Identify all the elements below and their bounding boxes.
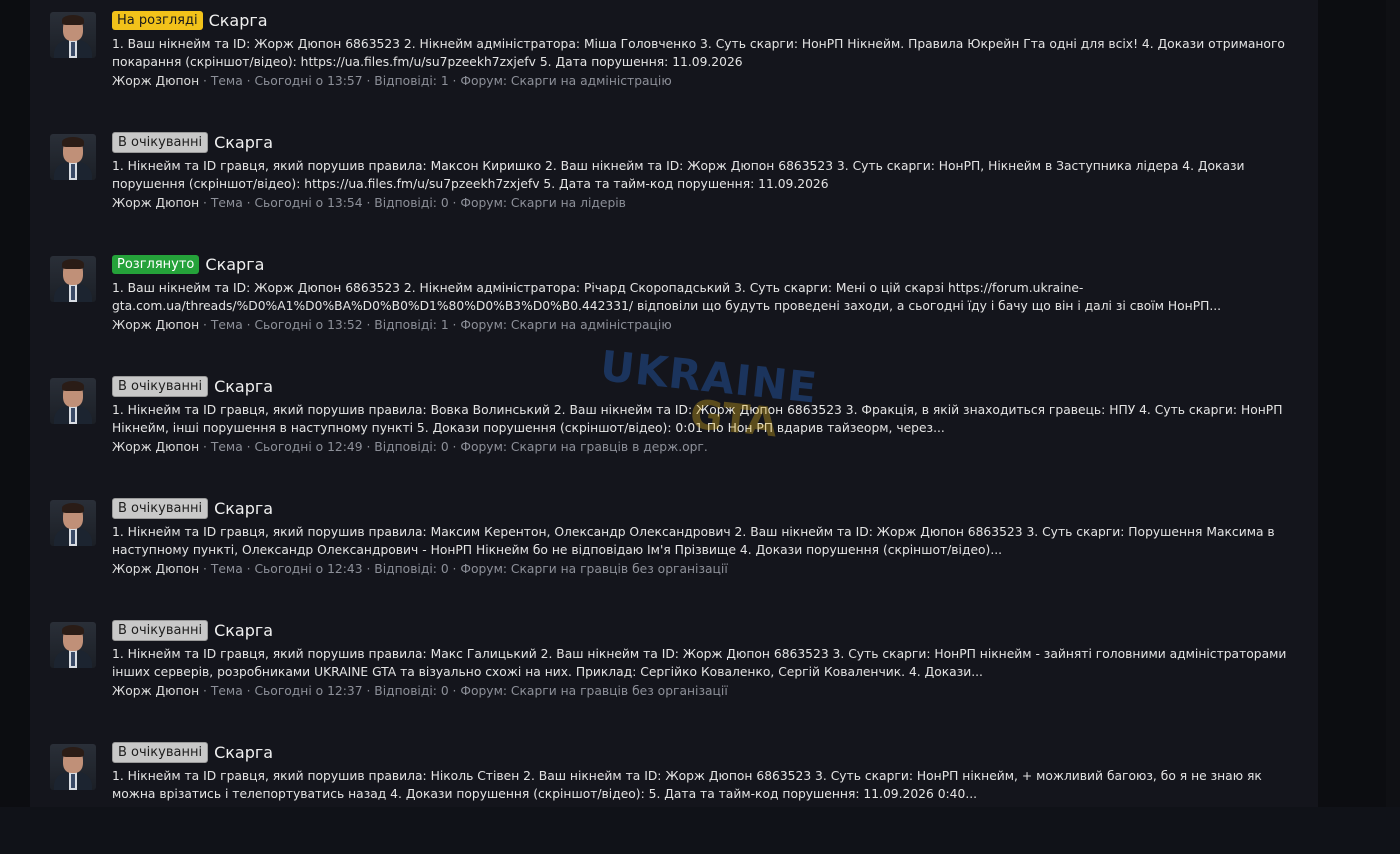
thread-snippet: 1. Нікнейм та ID гравця, який порушив пр… — [112, 403, 1283, 435]
thread-title-link[interactable]: Скарга — [209, 11, 268, 30]
thread-result-5: В очікуванні Скарга 1. Нікнейм та ID гра… — [38, 488, 1318, 610]
thread-title-line: В очікуванні Скарга — [112, 131, 273, 153]
meta-details: · Тема · Сьогодні о 12:43 · Відповіді: 0… — [199, 562, 728, 576]
thread-title-link[interactable]: Скарга — [205, 255, 264, 274]
avatar[interactable] — [50, 500, 96, 546]
thread-title-line: В очікуванні Скарга — [112, 375, 273, 397]
thread-title-link[interactable]: Скарга — [214, 743, 273, 762]
thread-title-link[interactable]: Скарга — [214, 621, 273, 640]
avatar[interactable] — [50, 378, 96, 424]
thread-result-3: Розглянуто Скарга 1. Ваш нікнейм та ID: … — [38, 244, 1318, 366]
avatar[interactable] — [50, 744, 96, 790]
author-link[interactable]: Жорж Дюпон — [112, 318, 199, 332]
thread-result-2: В очікуванні Скарга 1. Нікнейм та ID гра… — [38, 122, 1318, 244]
thread-title-line: В очікуванні Скарга — [112, 619, 273, 641]
status-badge[interactable]: В очікуванні — [112, 741, 209, 763]
thread-snippet: 1. Нікнейм та ID гравця, який порушив пр… — [112, 647, 1287, 679]
author-link[interactable]: Жорж Дюпон — [112, 196, 199, 210]
status-badge[interactable]: В очікуванні — [112, 131, 209, 153]
status-badge[interactable]: В очікуванні — [112, 497, 209, 519]
thread-snippet: 1. Нікнейм та ID гравця, який порушив пр… — [112, 769, 1262, 801]
status-badge[interactable]: На розгляді — [112, 10, 203, 30]
thread-title-link[interactable]: Скарга — [214, 499, 273, 518]
thread-title-line: В очікуванні Скарга — [112, 497, 273, 519]
meta-details: · Тема · Сьогодні о 12:37 · Відповіді: 0… — [199, 684, 728, 698]
status-badge[interactable]: В очікуванні — [112, 375, 209, 397]
thread-result-7: В очікуванні Скарга 1. Нікнейм та ID гра… — [38, 732, 1318, 854]
thread-meta: Жорж Дюпон · Тема · Сьогодні о 12:37 · В… — [112, 684, 728, 698]
meta-details: · Тема · Сьогодні о 13:52 · Відповіді: 1… — [199, 318, 672, 332]
thread-title-line: Розглянуто Скарга — [112, 253, 264, 275]
author-link[interactable]: Жорж Дюпон — [112, 440, 199, 454]
avatar[interactable] — [50, 256, 96, 302]
status-badge[interactable]: В очікуванні — [112, 619, 209, 641]
thread-meta: Жорж Дюпон · Тема · Сьогодні о 13:54 · В… — [112, 196, 626, 210]
thread-meta: Жорж Дюпон · Тема · Сьогодні о 12:43 · В… — [112, 562, 728, 576]
thread-meta: Жорж Дюпон · Тема · Сьогодні о 13:57 · В… — [112, 74, 672, 88]
meta-details: · Тема · Сьогодні о 13:54 · Відповіді: 0… — [199, 196, 626, 210]
thread-title-line: На розгляді Скарга — [112, 9, 268, 31]
search-results-list: На розгляді Скарга 1. Ваш нікнейм та ID:… — [38, 0, 1318, 854]
thread-snippet: 1. Нікнейм та ID гравця, який порушив пр… — [112, 159, 1245, 191]
thread-meta: Жорж Дюпон · Тема · Сьогодні о 13:52 · В… — [112, 318, 672, 332]
author-link[interactable]: Жорж Дюпон — [112, 562, 199, 576]
status-badge[interactable]: Розглянуто — [112, 254, 200, 274]
thread-meta: Жорж Дюпон · Тема · Сьогодні о 12:49 · В… — [112, 440, 708, 454]
thread-result-6: В очікуванні Скарга 1. Нікнейм та ID гра… — [38, 610, 1318, 732]
thread-result-4: В очікуванні Скарга 1. Нікнейм та ID гра… — [38, 366, 1318, 488]
avatar[interactable] — [50, 622, 96, 668]
meta-details: · Тема · Сьогодні о 12:49 · Відповіді: 0… — [199, 440, 708, 454]
avatar[interactable] — [50, 12, 96, 58]
thread-title-line: В очікуванні Скарга — [112, 741, 273, 763]
thread-snippet: 1. Ваш нікнейм та ID: Жорж Дюпон 6863523… — [112, 37, 1285, 69]
avatar[interactable] — [50, 134, 96, 180]
thread-title-link[interactable]: Скарга — [214, 377, 273, 396]
thread-title-link[interactable]: Скарга — [214, 133, 273, 152]
author-link[interactable]: Жорж Дюпон — [112, 684, 199, 698]
thread-result-1: На розгляді Скарга 1. Ваш нікнейм та ID:… — [38, 0, 1318, 122]
thread-snippet: 1. Ваш нікнейм та ID: Жорж Дюпон 6863523… — [112, 281, 1222, 313]
scrollbar[interactable] — [1386, 0, 1400, 807]
author-link[interactable]: Жорж Дюпон — [112, 74, 199, 88]
meta-details: · Тема · Сьогодні о 13:57 · Відповіді: 1… — [199, 74, 672, 88]
thread-snippet: 1. Нікнейм та ID гравця, який порушив пр… — [112, 525, 1275, 557]
